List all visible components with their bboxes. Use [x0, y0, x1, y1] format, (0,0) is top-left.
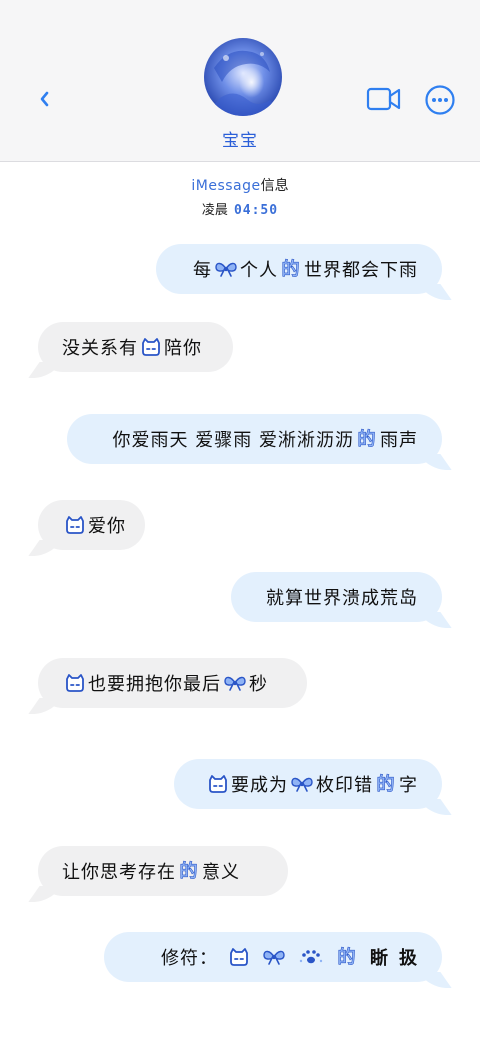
message-text: 枚印错	[316, 775, 373, 796]
message-text: 雨声	[380, 430, 418, 451]
video-camera-icon	[366, 87, 401, 111]
more-options-button[interactable]	[424, 84, 456, 116]
message-text: 没关系有	[62, 338, 138, 359]
outgoing-message-bubble[interactable]: 要成为 枚印错的字	[174, 759, 442, 809]
de-character-icon: 的	[356, 428, 378, 450]
de-character-icon: 的	[336, 946, 358, 968]
service-label: iMessage信息	[0, 175, 480, 195]
message-text: 意义	[202, 862, 240, 883]
video-call-button[interactable]	[366, 86, 402, 112]
outgoing-message-bubble[interactable]: 你爱雨天 爱骤雨 爱淅淅沥沥的雨声	[67, 414, 442, 464]
message-text: 要成为	[231, 775, 288, 796]
message-text: 让你思考存在	[62, 862, 176, 883]
outgoing-message-bubble[interactable]: 每 个人的世界都会下雨	[156, 244, 442, 294]
cat-face-emoji-icon	[207, 775, 229, 793]
incoming-message-bubble[interactable]: 也要拥抱你最后 秒	[38, 658, 307, 708]
time-period: 凌晨	[201, 203, 228, 218]
ellipsis-circle-icon	[425, 85, 455, 115]
incoming-message-bubble[interactable]: 爱你	[38, 500, 145, 550]
svg-text:的: 的	[358, 429, 377, 450]
message-text: 爱你	[88, 516, 126, 537]
cat-face-emoji-icon	[228, 948, 250, 966]
outgoing-message-bubble[interactable]: 就算世界溃成荒岛	[231, 572, 442, 622]
message-text: 字	[399, 775, 418, 796]
de-character-icon: 的	[375, 773, 397, 795]
message-text: 个人	[240, 260, 278, 281]
svg-text:的: 的	[338, 947, 357, 968]
de-character-icon: 的	[178, 860, 200, 882]
bow-emoji-icon	[290, 775, 314, 793]
message-text: 秒	[249, 674, 268, 695]
message-text: 修符：	[161, 948, 218, 969]
incoming-message-bubble[interactable]: 让你思考存在的意义	[38, 846, 288, 896]
paw-print-emoji-icon	[298, 948, 324, 966]
chat-header: 宝宝	[0, 0, 480, 162]
message-text: 陪你	[164, 338, 202, 359]
message-text: 也要拥抱你最后	[88, 674, 221, 695]
message-text: 世界都会下雨	[304, 260, 418, 281]
message-text: 你爱雨天 爱骤雨 爱淅淅沥沥	[112, 430, 354, 451]
cat-face-emoji-icon	[64, 516, 86, 534]
time-value: 04:50	[233, 203, 279, 218]
contact-name[interactable]: 宝宝	[0, 126, 480, 151]
bow-emoji-icon	[214, 260, 238, 278]
message-text: 扱	[399, 948, 418, 969]
message-text: 䀿	[370, 948, 389, 969]
message-text: 就算世界溃成荒岛	[266, 588, 418, 609]
outgoing-message-bubble[interactable]: 修符： 的䀿扱	[104, 932, 442, 982]
incoming-message-bubble[interactable]: 没关系有 陪你	[38, 322, 233, 372]
message-text: 每	[193, 260, 212, 281]
bow-emoji-icon	[262, 948, 286, 966]
bow-emoji-icon	[223, 674, 247, 692]
cat-face-emoji-icon	[140, 338, 162, 356]
de-character-icon: 的	[280, 258, 302, 280]
svg-text:的: 的	[377, 774, 396, 795]
svg-text:的: 的	[180, 861, 199, 882]
service-name: iMessage	[191, 178, 261, 194]
chevron-left-icon	[40, 91, 49, 107]
avatar[interactable]	[204, 38, 282, 116]
back-button[interactable]	[34, 86, 54, 112]
service-suffix: 信息	[260, 178, 289, 194]
svg-text:的: 的	[282, 259, 301, 280]
cat-face-emoji-icon	[64, 674, 86, 692]
timestamp: 凌晨 04:50	[0, 199, 480, 218]
